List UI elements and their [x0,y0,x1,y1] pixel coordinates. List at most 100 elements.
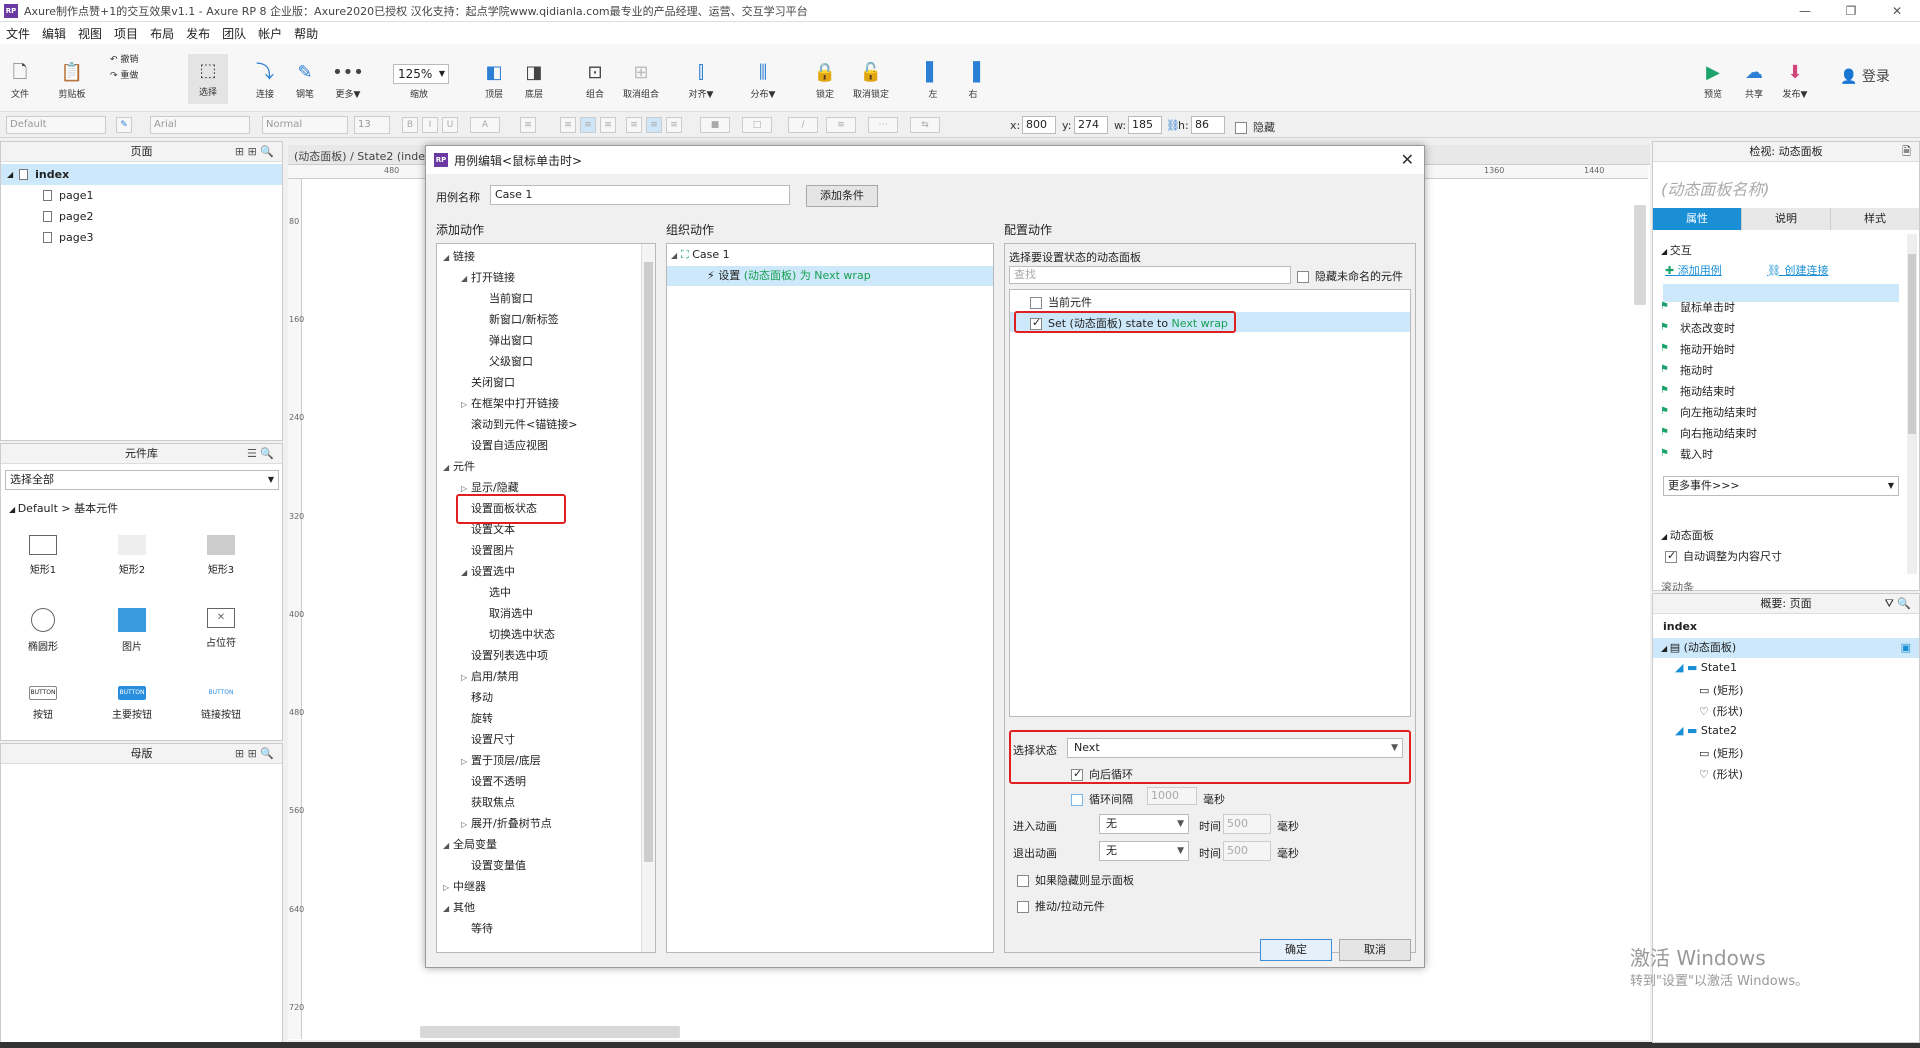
underline-icon[interactable]: U [442,117,458,133]
hide-unnamed-checkbox[interactable]: 隐藏未命名的元件 [1297,268,1403,284]
valign-middle-icon[interactable]: ≡ [646,117,662,133]
widget-ellipse[interactable]: 椭圆形 [8,608,78,653]
ok-button[interactable]: 确定 [1260,939,1332,961]
search-icon[interactable]: ☰ 🔍 [247,444,274,464]
action-tree-item[interactable]: 选中 [479,584,511,600]
show-if-hidden-checkbox[interactable]: 如果隐藏则显示面板 [1017,872,1134,888]
action-tree-item[interactable]: 获取焦点 [461,794,515,810]
create-link-link[interactable]: ⛓ 创建连接 [1767,262,1828,278]
line-color-icon[interactable]: ∕ [788,117,818,133]
ungroup-button[interactable]: ⊞ 取消组合 [618,62,664,100]
action-tree-item[interactable]: 设置图片 [461,542,515,558]
bring-top-button[interactable]: ◧ 顶层 [474,62,514,100]
widget-rect2[interactable]: 矩形2 [97,535,167,576]
weight-select[interactable]: Normal [262,116,348,134]
unlock-button[interactable]: 🔓 取消锁定 [848,62,894,100]
outline-item[interactable]: ◢ ▬ State1 [1675,661,1737,674]
action-tree-item[interactable]: ◢ 设置选中 [461,563,515,579]
minimize-icon[interactable]: — [1782,0,1828,22]
canvas-tab[interactable]: (动态面板) / State2 (index) [294,148,436,164]
outline-dynamic-panel[interactable]: ◢ ▤ (动态面板) ▣ [1653,638,1919,658]
outline-item[interactable]: ♡ (形状) [1699,766,1743,782]
distribute-button[interactable]: ⫼ 分布▼ [743,62,783,100]
action-tree-item[interactable]: 弹出窗口 [479,332,533,348]
case-node[interactable]: ◢ ⛶ Case 1 [671,248,730,262]
close-icon[interactable]: ✕ [1874,0,1920,22]
font-color-icon[interactable]: A [470,117,500,133]
widget-image[interactable]: 图片 [97,608,167,653]
widget-rect1[interactable]: 矩形1 [8,535,78,576]
canvas-vscrollbar[interactable] [1634,205,1646,305]
share-button[interactable]: ☁ 共享 [1734,62,1774,100]
more-events-select[interactable]: 更多事件>>> ▼ [1663,476,1899,496]
event-item[interactable]: ⚑ 向左拖动结束时 [1660,404,1757,420]
menu-edit[interactable]: 编辑 [42,25,66,42]
action-tree-item[interactable]: ◢ 链接 [443,248,475,264]
action-tree-item[interactable]: 关闭窗口 [461,374,515,390]
outline-item[interactable]: ▭ (矩形) [1699,745,1743,761]
fill-color-icon[interactable]: ■ [700,117,730,133]
event-item[interactable]: ⚑ 状态改变时 [1660,320,1735,336]
select-tool[interactable]: ⬚ 选择 [188,54,228,104]
close-icon[interactable]: ✕ [1401,150,1414,169]
dynamic-panel-section[interactable]: ◢ 动态面板 [1661,527,1714,543]
widget-primary-button[interactable]: BUTTON 主要按钮 [97,686,167,721]
action-tree-item[interactable]: ▷ 中继器 [443,878,486,894]
action-tree-item[interactable]: ▷ 启用/禁用 [461,668,519,684]
menu-layout[interactable]: 布局 [150,25,174,42]
format-painter-icon[interactable]: ✎ [116,117,132,133]
italic-icon[interactable]: I [422,117,438,133]
action-tree-item[interactable]: 设置变量值 [461,857,526,873]
tree-item-index[interactable]: ◢ index [1,164,282,185]
menu-team[interactable]: 团队 [222,25,246,42]
loop-interval-checkbox[interactable]: 循环间隔 [1071,791,1133,807]
action-tree-item[interactable]: 滚动到元件<锚链接> [461,416,577,432]
line-width-icon[interactable]: ≡ [826,117,856,133]
bold-icon[interactable]: B [402,117,418,133]
file-button[interactable]: 🗋 文件 [0,62,40,100]
organized-action-item[interactable]: ⚡ 设置 (动态面板) 为 Next wrap [667,266,993,286]
preview-button[interactable]: ▶ 预览 [1693,62,1733,100]
menu-file[interactable]: 文件 [6,25,30,42]
connect-tool[interactable]: ⤵ 连接 [245,62,285,100]
action-tree-item[interactable]: ▷ 展开/折叠树节点 [461,815,552,831]
widget-link-button[interactable]: BUTTON 链接按钮 [186,686,256,721]
exit-time-input[interactable]: 500 [1223,841,1271,861]
action-tree-item[interactable]: 设置列表选中项 [461,647,548,663]
widget-button[interactable]: BUTTON 按钮 [8,686,78,721]
align-button[interactable]: ⫿ 对齐▼ [681,62,721,100]
send-bottom-button[interactable]: ◨ 底层 [514,62,554,100]
y-input[interactable]: 274 [1074,116,1108,134]
event-item[interactable]: ⚑ 载入时 [1660,446,1713,462]
action-tree-item[interactable]: ◢ 其他 [443,899,475,915]
action-tree-item[interactable]: 父级窗口 [479,353,533,369]
action-tree-item[interactable]: 移动 [461,689,493,705]
restore-icon[interactable]: ❐ [1828,0,1874,22]
login-button[interactable]: 👤 登录 [1840,66,1890,86]
action-tree-item[interactable]: 取消选中 [479,605,533,621]
inspector-scrollbar[interactable] [1907,234,1917,574]
panel-name-input[interactable]: (动态面板名称) [1661,176,1770,200]
publish-button[interactable]: ⬇ 发布▼ [1775,62,1815,100]
size-select[interactable]: 13 [354,116,390,134]
lock-button[interactable]: 🔒 锁定 [805,62,845,100]
clipboard-button[interactable]: 📋 剪贴板 [52,62,92,100]
push-pull-checkbox[interactable]: 推动/拉动元件 [1017,898,1105,914]
cancel-button[interactable]: 取消 [1339,939,1411,961]
list-icon[interactable]: ≡ [520,117,536,133]
notes-icon[interactable]: 🗎 [1902,142,1911,162]
event-item[interactable]: ⚑ 拖动结束时 [1660,383,1735,399]
menu-account[interactable]: 帐户 [258,25,282,42]
action-tree-item[interactable]: ▷ 显示/隐藏 [461,479,519,495]
tree-scrollbar[interactable] [641,244,655,952]
line-style-icon[interactable]: ⋯ [868,117,898,133]
action-tree-item[interactable]: ▷ 在框架中打开链接 [461,395,559,411]
shadow-icon[interactable]: □ [742,117,772,133]
event-item[interactable]: ⚑ 拖动开始时 [1660,341,1735,357]
tree-item-page1[interactable]: page1 [1,185,282,206]
action-tree-item[interactable]: 新窗口/新标签 [479,311,559,327]
menu-help[interactable]: 帮助 [294,25,318,42]
outline-item[interactable]: ◢ ▬ State2 [1675,724,1737,737]
canvas-hscrollbar[interactable] [420,1026,680,1038]
event-item[interactable]: ⚑ 鼠标单击时 [1660,299,1735,315]
